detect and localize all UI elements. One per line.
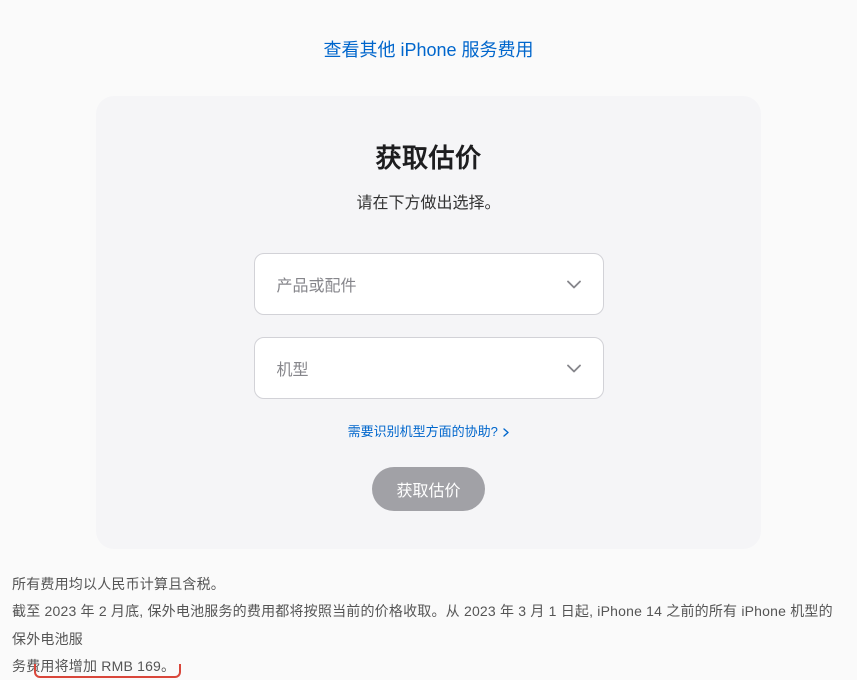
view-other-services-link-row: 查看其他 iPhone 服务费用 <box>10 0 847 86</box>
footnote-price-change-part-a: 截至 2023 年 2 月底, 保外电池服务的费用都将按照当前的价格收取。从 2… <box>12 603 833 646</box>
chevron-down-icon <box>567 364 581 373</box>
help-identify-model-link[interactable]: 需要识别机型方面的协助? <box>348 424 510 439</box>
chevron-right-icon <box>503 427 509 439</box>
footnote-price-change-highlight: 务费用将增加 RMB 169。 <box>12 658 175 674</box>
card-subtitle: 请在下方做出选择。 <box>136 189 721 213</box>
submit-row: 获取估价 <box>136 467 721 511</box>
estimate-card: 获取估价 请在下方做出选择。 产品或配件 机型 需要识别机型方面的协助? 获取估… <box>96 96 761 549</box>
footnotes: 所有费用均以人民币计算且含税。 截至 2023 年 2 月底, 保外电池服务的费… <box>10 571 847 680</box>
get-estimate-button[interactable]: 获取估价 <box>372 467 484 511</box>
view-other-services-link[interactable]: 查看其他 iPhone 服务费用 <box>323 40 533 60</box>
help-link-label: 需要识别机型方面的协助? <box>348 424 498 439</box>
chevron-down-icon <box>567 280 581 289</box>
help-identify-model-row: 需要识别机型方面的协助? <box>136 421 721 441</box>
footnote-tax: 所有费用均以人民币计算且含税。 <box>12 571 845 598</box>
card-title: 获取估价 <box>136 138 721 175</box>
model-select-placeholder: 机型 <box>277 356 309 380</box>
footnote-price-change: 截至 2023 年 2 月底, 保外电池服务的费用都将按照当前的价格收取。从 2… <box>12 598 845 680</box>
footnote-price-change-part-b: 务费用将增加 RMB 169。 <box>12 658 175 674</box>
product-select[interactable]: 产品或配件 <box>254 253 604 315</box>
product-select-placeholder: 产品或配件 <box>277 272 357 296</box>
model-select[interactable]: 机型 <box>254 337 604 399</box>
